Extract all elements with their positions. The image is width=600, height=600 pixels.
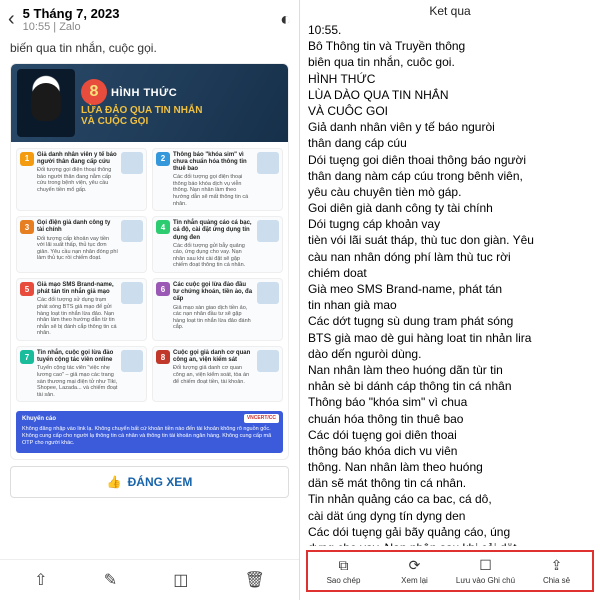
card-badge: 4	[156, 220, 170, 234]
vncert-badge: VNCERT/CC	[244, 414, 279, 423]
card-badge: 1	[20, 152, 34, 166]
card-thumb	[257, 282, 279, 304]
header: ‹ 5 Tháng 7, 2023 10:55 | Zalo ◐	[0, 0, 299, 39]
intro-text: biến qua tin nhắn, cuộc gọi.	[0, 39, 299, 63]
card-badge: 5	[20, 282, 34, 296]
card-7: 7Tin nhắn, cuộc gọi lừa đảo tuyển cộng t…	[16, 346, 147, 402]
card-badge: 6	[156, 282, 170, 296]
card-thumb	[257, 350, 279, 372]
ocr-result: Ket qua 10:55.Bô Thông tin và Truyền thô…	[300, 0, 600, 600]
card-6: 6Các cuộc gọi lừa đảo đầu tư chứng khoán…	[152, 278, 283, 341]
card-3: 3Gọi điện giả danh công ty tài chínhĐối …	[16, 216, 147, 273]
card-badge: 8	[156, 350, 170, 364]
card-4: 4Tin nhắn quảng cáo cá bạc, cá độ, cài đ…	[152, 216, 283, 273]
card-1: 1Giả danh nhân viên y tế báo người thân …	[16, 148, 147, 212]
share-icon[interactable]: ⇧	[34, 570, 47, 590]
card-thumb	[257, 220, 279, 242]
card-grid: 1Giả danh nhân viên y tế báo người thân …	[11, 142, 288, 459]
toolbar-lưu-vào-ghi-chú[interactable]: ☐Lưu vào Ghi chú	[450, 552, 521, 590]
toolbar-icon: ☐	[450, 557, 521, 574]
card-thumb	[257, 152, 279, 174]
bottom-toolbar: ⇧ ✎ ◫ 🗑	[0, 559, 299, 600]
delete-icon[interactable]: 🗑	[245, 570, 265, 590]
card-thumb	[121, 220, 143, 242]
back-icon[interactable]: ‹	[8, 8, 15, 31]
toolbar-icon: ⟳	[379, 557, 450, 574]
zalo-screenshot: ‹ 5 Tháng 7, 2023 10:55 | Zalo ◐ biến qu…	[0, 0, 300, 600]
toolbar-icon: ⧉	[308, 557, 379, 574]
card-badge: 3	[20, 220, 34, 234]
card-thumb	[121, 282, 143, 304]
header-date: 5 Tháng 7, 2023	[23, 6, 272, 21]
toolbar-xem-lại[interactable]: ⟳Xem lại	[379, 552, 450, 590]
result-title: Ket qua	[300, 0, 600, 20]
card-thumb	[121, 350, 143, 372]
card-badge: 2	[156, 152, 170, 166]
worth-watching-button[interactable]: ĐÁNG XEM	[10, 466, 289, 498]
edit-icon[interactable]: ✎	[104, 570, 117, 590]
infographic[interactable]: 8HÌNH THỨC LỪA ĐẢO QUA TIN NHẮN VÀ CUỘC …	[10, 63, 289, 460]
header-time: 10:55 | Zalo	[23, 21, 272, 33]
tip-box: Khuyến cáoKhông đăng nhập vào link lạ. K…	[16, 411, 283, 452]
crop-icon[interactable]: ◫	[173, 570, 188, 590]
toolbar-icon: ⇪	[521, 557, 592, 574]
result-text[interactable]: 10:55.Bô Thông tin và Truyền thôngbiên q…	[300, 20, 600, 546]
card-thumb	[121, 152, 143, 174]
infographic-hero: 8HÌNH THỨC LỪA ĐẢO QUA TIN NHẮN VÀ CUỘC …	[11, 64, 288, 142]
card-8: 8Cuộc gọi giả danh cơ quan công an, viện…	[152, 346, 283, 402]
clock-icon[interactable]: ◐	[280, 9, 291, 30]
card-badge: 7	[20, 350, 34, 364]
result-toolbar: ⧉Sao chép⟳Xem lại☐Lưu vào Ghi chú⇪Chia s…	[306, 550, 594, 592]
card-2: 2Thông báo "khóa sim" vì chưa chuẩn hóa …	[152, 148, 283, 212]
toolbar-sao-chép[interactable]: ⧉Sao chép	[308, 552, 379, 590]
mask-image	[17, 69, 75, 137]
card-5: 5Giả mạo SMS Brand-name, phát tán tin nh…	[16, 278, 147, 341]
toolbar-chia-sẻ[interactable]: ⇪Chia sẻ	[521, 552, 592, 590]
